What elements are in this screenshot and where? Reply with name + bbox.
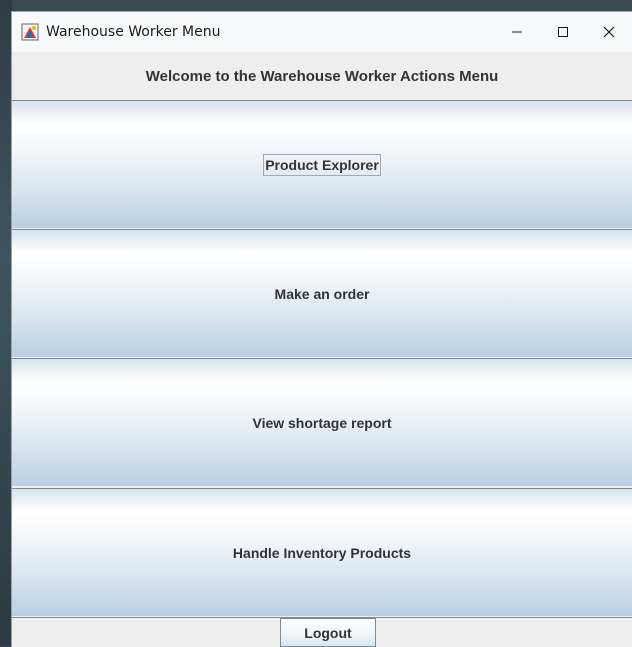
- window-controls: [494, 12, 632, 52]
- close-icon: [603, 26, 615, 38]
- welcome-header: Welcome to the Warehouse Worker Actions …: [12, 52, 632, 100]
- make-order-label: Make an order: [274, 285, 370, 302]
- title-bar[interactable]: Warehouse Worker Menu: [12, 12, 632, 52]
- footer-panel: Logout: [12, 617, 632, 647]
- make-order-button[interactable]: Make an order: [12, 229, 632, 357]
- desktop-background: [0, 0, 12, 646]
- minimize-button[interactable]: [494, 12, 540, 52]
- maximize-button[interactable]: [540, 12, 586, 52]
- inventory-products-label: Handle Inventory Products: [232, 544, 412, 561]
- shortage-report-label: View shortage report: [252, 414, 392, 431]
- maximize-icon: [558, 27, 568, 37]
- app-window: Warehouse Worker Menu Welcome to the War…: [12, 12, 632, 647]
- java-app-icon: [20, 22, 40, 42]
- close-button[interactable]: [586, 12, 632, 52]
- product-explorer-label: Product Explorer: [263, 153, 381, 176]
- product-explorer-button[interactable]: Product Explorer: [12, 100, 632, 228]
- window-title: Warehouse Worker Menu: [46, 24, 221, 40]
- logout-button[interactable]: Logout: [280, 618, 376, 647]
- inventory-products-button[interactable]: Handle Inventory Products: [12, 488, 632, 616]
- shortage-report-button[interactable]: View shortage report: [12, 358, 632, 486]
- minimize-icon: [512, 31, 522, 33]
